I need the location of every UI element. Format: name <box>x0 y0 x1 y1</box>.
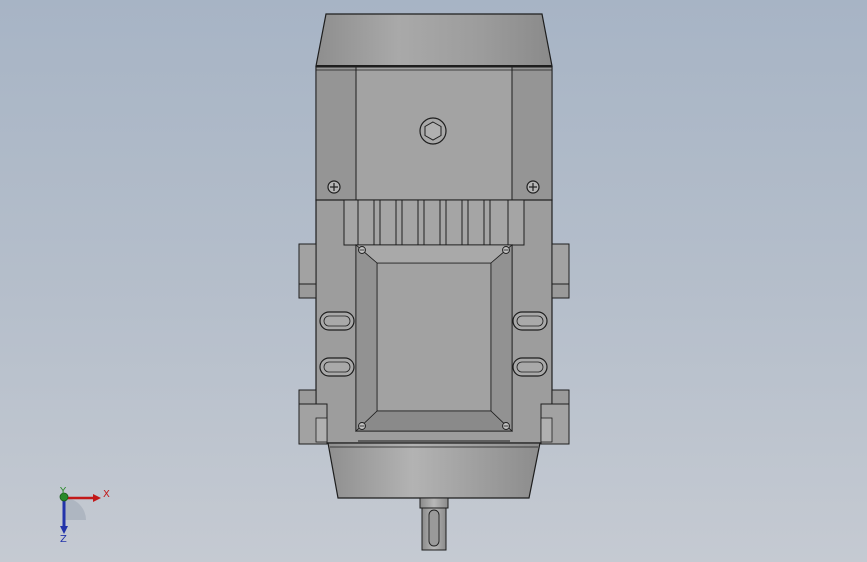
slot-left-lower <box>319 357 355 377</box>
cooling-fins <box>343 199 525 246</box>
cover-screw-tl-icon <box>358 246 366 254</box>
reference-triad[interactable]: X Y Z <box>59 486 110 545</box>
slot-right-upper <box>512 311 548 331</box>
output-shaft <box>419 497 449 551</box>
cad-viewport[interactable]: X Y Z <box>0 0 867 562</box>
x-axis-arrow-icon <box>93 494 101 502</box>
x-axis-label: X <box>103 489 110 500</box>
gear-housing <box>298 199 570 445</box>
screw-right-icon <box>526 180 540 194</box>
output-flange <box>327 442 541 499</box>
gearmotor-model[interactable]: X Y Z <box>0 0 867 562</box>
slot-right-lower <box>512 357 548 377</box>
z-axis-label: Z <box>60 534 67 545</box>
z-axis-arrow-icon <box>60 526 68 534</box>
terminal-box <box>315 66 553 201</box>
mounting-lug-top-left <box>298 243 317 299</box>
mounting-lug-top-right <box>551 243 570 299</box>
motor-fan-cover <box>315 13 553 67</box>
cover-screw-tr-icon <box>502 246 510 254</box>
hex-plug-icon <box>419 117 447 145</box>
inspection-cover <box>354 244 514 442</box>
cover-screw-bl-icon <box>358 422 366 430</box>
cover-screw-br-icon <box>502 422 510 430</box>
slot-left-upper <box>319 311 355 331</box>
screw-left-icon <box>327 180 341 194</box>
y-axis-label: Y <box>59 486 67 497</box>
